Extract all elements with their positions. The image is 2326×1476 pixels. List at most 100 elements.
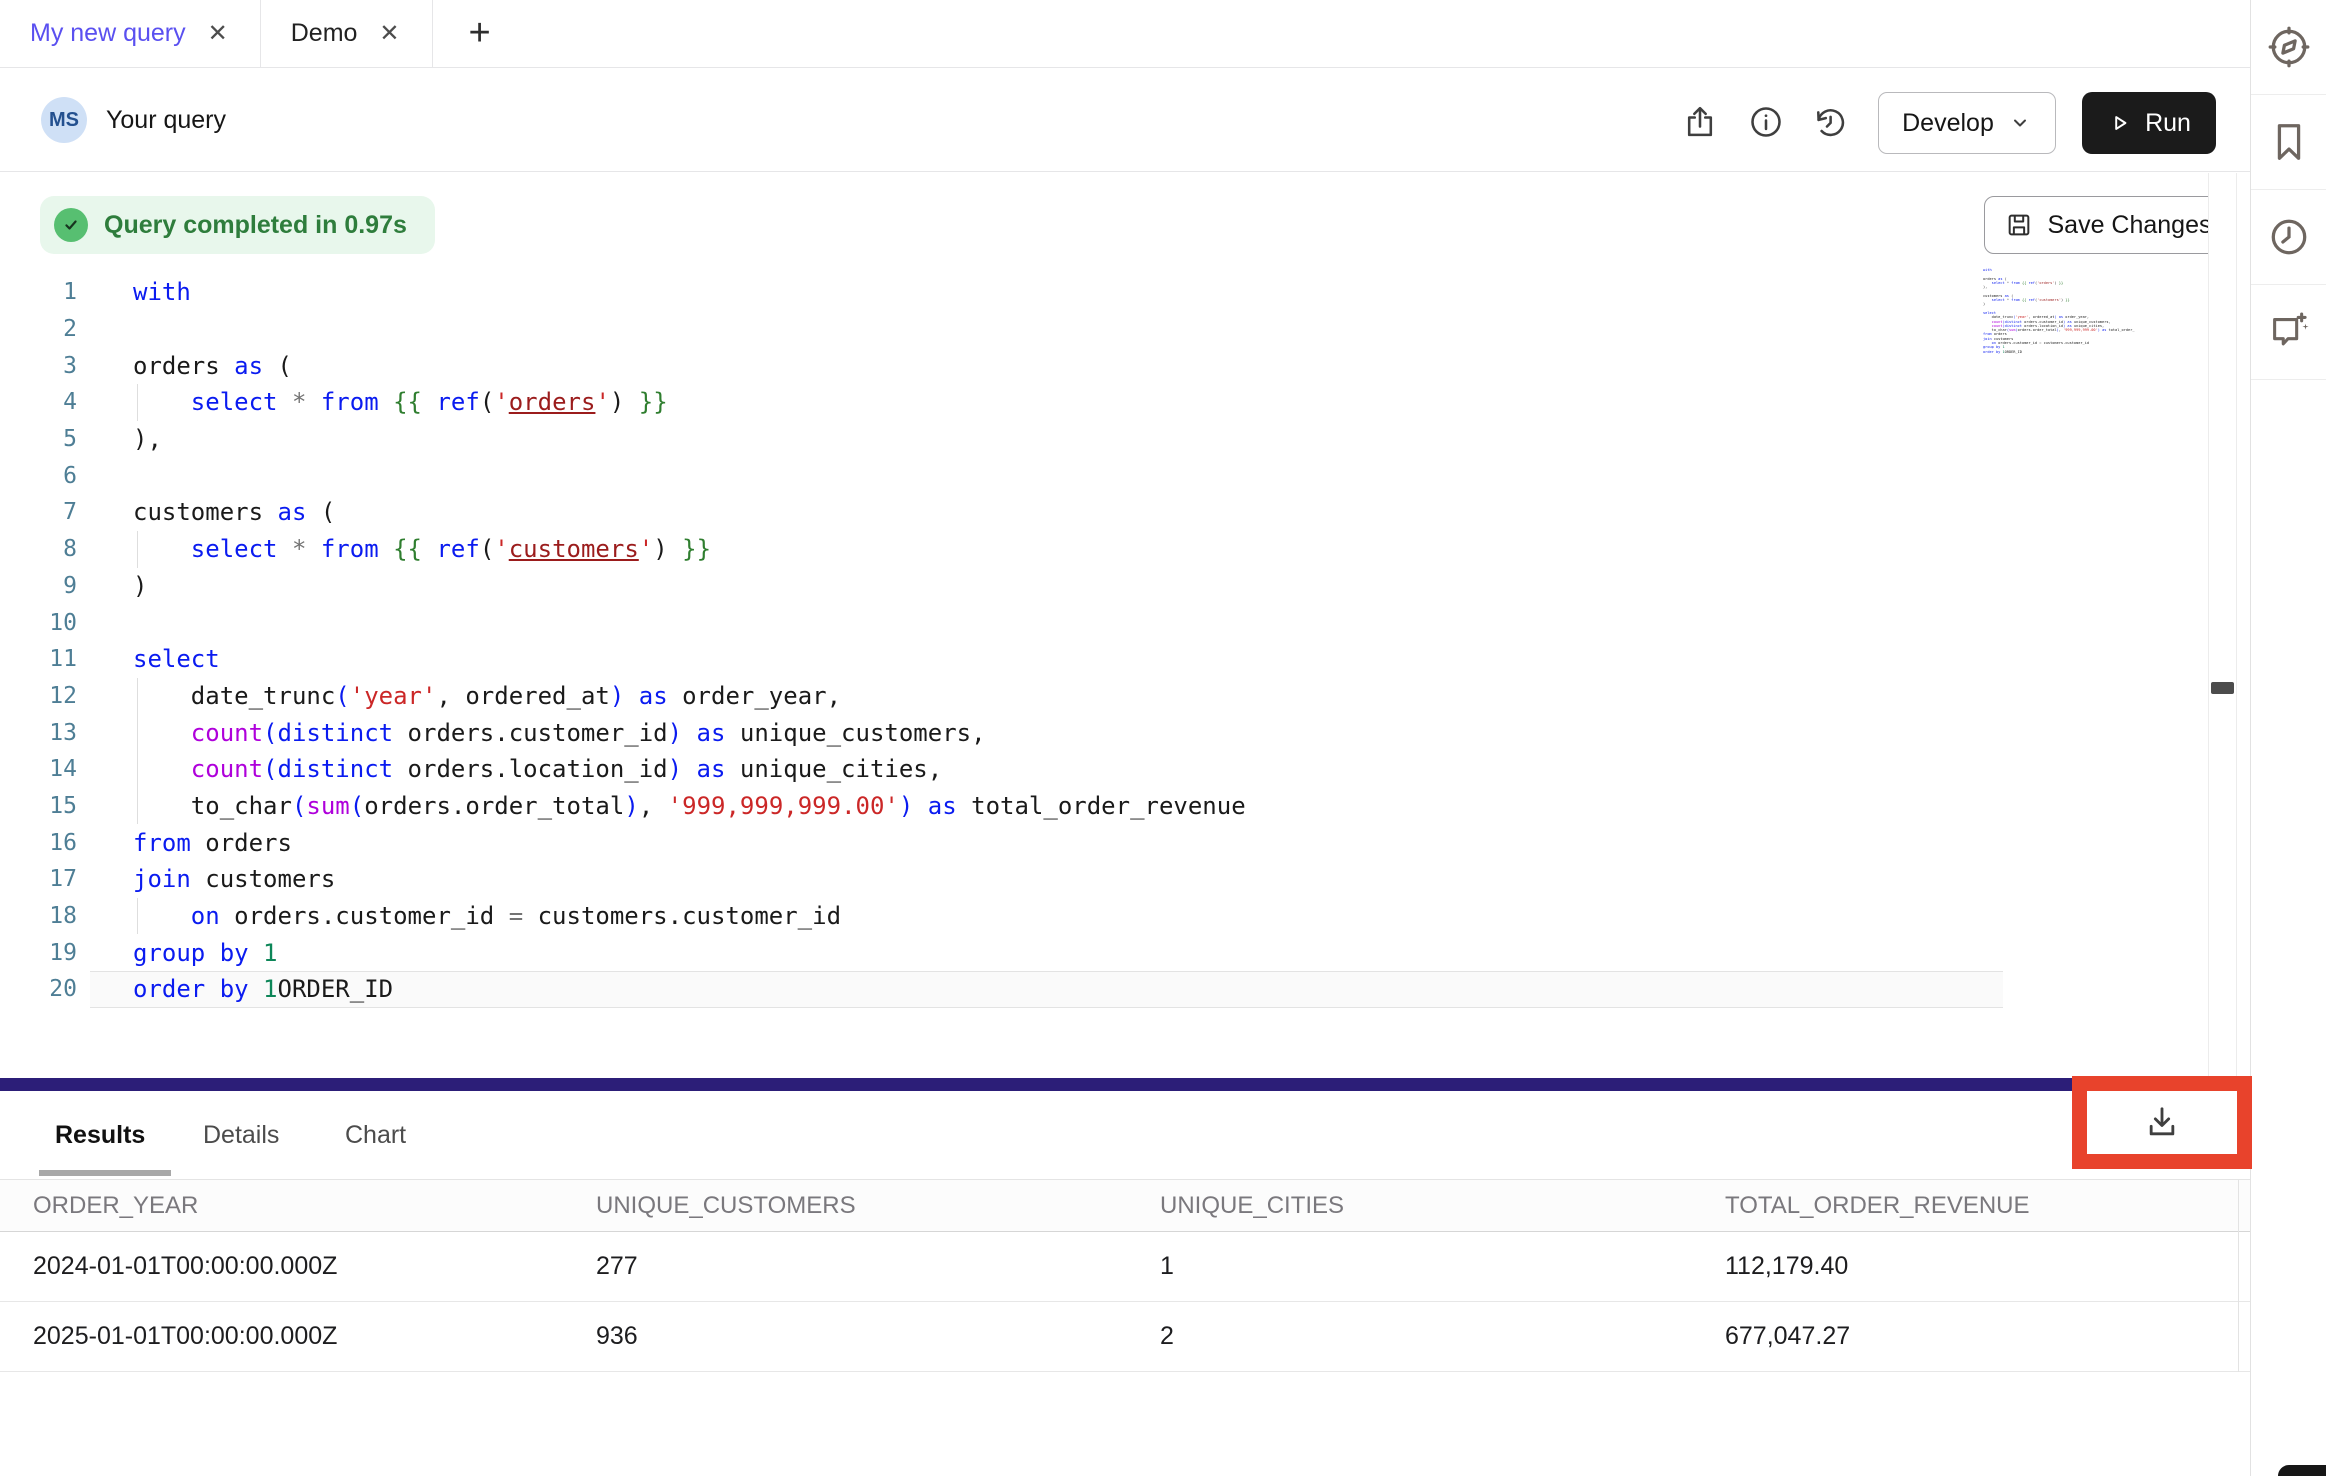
token <box>379 388 393 416</box>
sidebar-item-bookmarks[interactable] <box>2251 95 2326 190</box>
code-line-17[interactable]: 17join customers <box>0 861 2250 898</box>
token <box>133 719 191 747</box>
token <box>133 388 191 416</box>
token: = <box>509 902 523 930</box>
tab-label: My new query <box>30 19 186 48</box>
token <box>133 792 191 820</box>
save-changes-button[interactable]: Save Changes <box>1984 196 2233 254</box>
right-sidebar <box>2250 0 2326 1476</box>
token: join <box>133 865 191 893</box>
run-button[interactable]: Run <box>2082 92 2216 154</box>
share-icon[interactable] <box>1682 104 1718 140</box>
line-number: 15 <box>0 793 77 819</box>
code-line-2[interactable]: 2 <box>0 311 2250 348</box>
results-tab-chart[interactable]: Chart <box>345 1091 423 1180</box>
token: ) <box>133 572 147 600</box>
token: * <box>292 535 306 563</box>
code-text: count(distinct orders.customer_id) as un… <box>133 719 986 747</box>
code-line-5[interactable]: 5), <box>0 421 2250 458</box>
download-icon <box>2142 1103 2182 1143</box>
code-line-11[interactable]: 11select <box>0 641 2250 678</box>
table-cell: 1 <box>1160 1252 1725 1281</box>
code-line-6[interactable]: 6 <box>0 457 2250 494</box>
token: order by <box>133 975 249 1003</box>
token: ( <box>335 682 349 710</box>
status-text: Query completed in 0.97s <box>104 211 407 240</box>
token <box>306 388 320 416</box>
panel-resizer[interactable] <box>0 1078 2250 1091</box>
sidebar-item-explore[interactable] <box>2251 0 2326 95</box>
close-icon[interactable]: ✕ <box>208 22 228 46</box>
token: , ordered_at <box>436 682 609 710</box>
minimap-token: orders.order_total <box>2018 328 2057 332</box>
token: '999,999,999.00' <box>668 792 899 820</box>
minimap-token: from <box>2011 298 2020 302</box>
code-text: with <box>133 278 191 306</box>
chevron-down-icon <box>2008 111 2032 135</box>
token: count <box>191 719 263 747</box>
code-line-3[interactable]: 3orders as ( <box>0 347 2250 384</box>
active-tab-indicator <box>39 1170 171 1176</box>
results-tab-results[interactable]: Results <box>55 1091 156 1180</box>
tab-my-new-query[interactable]: My new query ✕ <box>0 0 261 67</box>
code-line-7[interactable]: 7customers as ( <box>0 494 2250 531</box>
token <box>249 939 263 967</box>
token: to_char <box>191 792 292 820</box>
develop-dropdown[interactable]: Develop <box>1878 92 2056 154</box>
editor-minimap[interactable]: withorders as ( select * from {{ ref('or… <box>1983 268 2135 354</box>
editor-scrollbar[interactable] <box>2208 173 2237 1078</box>
results-tab-details[interactable]: Details <box>203 1091 299 1180</box>
sidebar-item-history[interactable] <box>2251 190 2326 285</box>
download-results-button[interactable] <box>2087 1091 2237 1154</box>
sidebar-item-ai-chat[interactable] <box>2251 285 2326 380</box>
code-line-18[interactable]: 18 on orders.customer_id = customers.cus… <box>0 898 2250 935</box>
token: ( <box>306 498 335 526</box>
minimap-token: ORDER_ID <box>2005 350 2022 354</box>
code-line-1[interactable]: 1with <box>0 274 2250 311</box>
code-line-19[interactable]: 19group by 1 <box>0 934 2250 971</box>
token: group by <box>133 939 249 967</box>
token: customers <box>133 498 278 526</box>
token: unique_customers, <box>725 719 985 747</box>
token: as <box>928 792 957 820</box>
compass-icon <box>2266 24 2312 70</box>
column-header: UNIQUE_CITIES <box>1160 1192 1725 1220</box>
tab-bar: My new query✕Demo✕ + <box>0 0 2250 68</box>
code-line-13[interactable]: 13 count(distinct orders.customer_id) as… <box>0 714 2250 751</box>
token: customers.customer_id <box>523 902 841 930</box>
code-line-14[interactable]: 14 count(distinct orders.location_id) as… <box>0 751 2250 788</box>
code-line-9[interactable]: 9) <box>0 568 2250 605</box>
token: ' <box>595 388 609 416</box>
token: {{ <box>393 535 422 563</box>
scrollbar-thumb[interactable] <box>2211 682 2234 694</box>
token: orders.location_id <box>393 755 668 783</box>
token: as <box>697 719 726 747</box>
token: on <box>191 902 220 930</box>
code-line-10[interactable]: 10 <box>0 604 2250 641</box>
token: as <box>697 755 726 783</box>
line-number: 8 <box>0 536 77 562</box>
history-icon[interactable] <box>1812 104 1848 140</box>
token: as <box>639 682 668 710</box>
table-row[interactable]: 2024-01-01T00:00:00.000Z2771112,179.40 <box>0 1232 2250 1302</box>
table-row[interactable]: 2025-01-01T00:00:00.000Z9362677,047.27 <box>0 1302 2250 1372</box>
new-tab-button[interactable]: + <box>433 0 497 67</box>
close-icon[interactable]: ✕ <box>379 22 399 46</box>
token: from <box>321 388 379 416</box>
code-line-15[interactable]: 15 to_char(sum(orders.order_total), '999… <box>0 788 2250 825</box>
minimap-token: }} <box>2059 281 2063 285</box>
code-line-20[interactable]: 20order by 1ORDER_ID <box>0 971 2250 1008</box>
code-line-16[interactable]: 16from orders <box>0 824 2250 861</box>
line-number: 9 <box>0 573 77 599</box>
token: ref <box>436 535 479 563</box>
code-line-12[interactable]: 12 date_trunc('year', ordered_at) as ord… <box>0 678 2250 715</box>
info-icon[interactable] <box>1748 104 1784 140</box>
code-text: to_char(sum(orders.order_total), '999,99… <box>133 792 1246 820</box>
token: ) <box>624 792 638 820</box>
code-line-4[interactable]: 4 select * from {{ ref('orders') }} <box>0 384 2250 421</box>
token: with <box>133 278 191 306</box>
code-line-8[interactable]: 8 select * from {{ ref('customers') }} <box>0 531 2250 568</box>
code-editor[interactable]: 1with23orders as (4 select * from {{ ref… <box>0 274 2250 1008</box>
table-cell: 677,047.27 <box>1725 1322 2250 1351</box>
tab-demo[interactable]: Demo✕ <box>261 0 433 67</box>
